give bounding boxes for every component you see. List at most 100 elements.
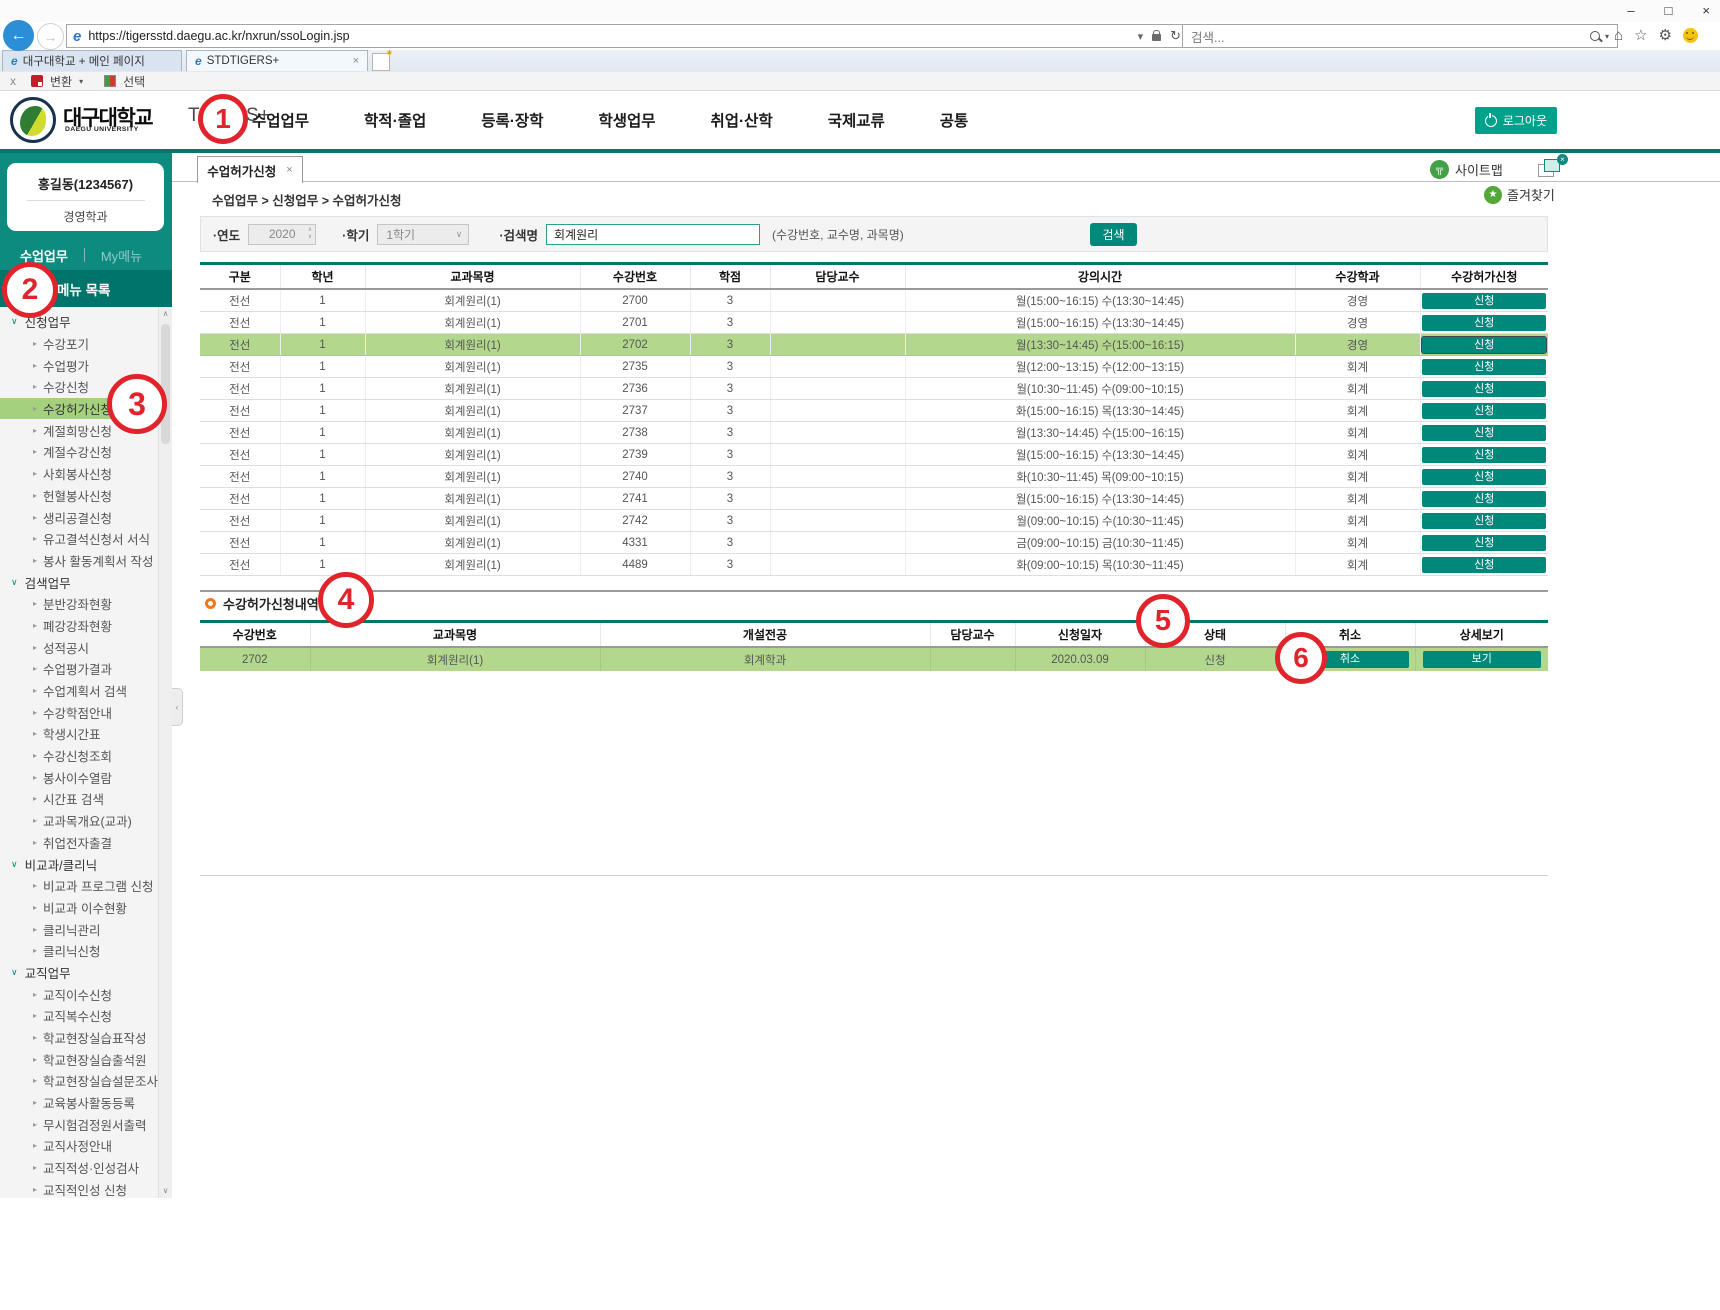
scrollbar-thumb[interactable] <box>161 324 170 444</box>
convert-dropdown-icon[interactable]: ▾ <box>79 77 83 86</box>
menu-item[interactable]: ▸비교과 프로그램 신청 <box>0 875 158 897</box>
menu-item[interactable]: ▸수업계획서 검색 <box>0 680 158 702</box>
menu-item[interactable]: ▸교직복수신청 <box>0 1005 158 1027</box>
forward-button[interactable]: → <box>37 23 64 50</box>
menu-item[interactable]: ▸사회봉사신청 <box>0 463 158 485</box>
window-maximize-button[interactable]: □ <box>1665 3 1673 18</box>
menu-item[interactable]: ▸수강학점안내 <box>0 701 158 723</box>
menu-item[interactable]: ▸학생시간표 <box>0 723 158 745</box>
addon-close-icon[interactable]: x <box>10 74 16 88</box>
menu-item[interactable]: ▸수업평가결과 <box>0 658 158 680</box>
close-all-tabs-button[interactable]: × <box>1538 159 1564 177</box>
browser-search-input[interactable]: 검색... ▾ <box>1182 24 1618 48</box>
menu-item[interactable]: ▸성적공시 <box>0 636 158 658</box>
menu-item[interactable]: ▸생리공결신청 <box>0 506 158 528</box>
menu-item[interactable]: ▸교직사정안내 <box>0 1135 158 1157</box>
nav-item-0[interactable]: 수업업무 <box>252 109 309 131</box>
browser-tab-stdtigers[interactable]: e STDTIGERS+ × <box>186 50 368 71</box>
apply-button[interactable]: 신청 <box>1422 359 1546 375</box>
nav-item-6[interactable]: 공통 <box>940 109 969 131</box>
sitemap-button[interactable]: ╦ 사이트맵 <box>1430 160 1503 179</box>
refresh-icon[interactable]: ↻ <box>1170 28 1181 44</box>
menu-item[interactable]: ▸교직적성·인성검사 <box>0 1157 158 1179</box>
menu-item[interactable]: ▸클리닉관리 <box>0 918 158 940</box>
keyword-input[interactable]: 회계원리 <box>546 224 760 245</box>
apply-button[interactable]: 신청 <box>1422 557 1546 573</box>
menu-item[interactable]: ▸봉사이수열람 <box>0 766 158 788</box>
feedback-smiley-icon[interactable] <box>1683 28 1698 43</box>
apply-button[interactable]: 신청 <box>1422 403 1546 419</box>
apply-button[interactable]: 신청 <box>1422 513 1546 529</box>
window-minimize-button[interactable]: – <box>1627 3 1634 18</box>
favorites-star-icon[interactable]: ☆ <box>1634 26 1647 44</box>
menu-item[interactable]: ▸수강신청조회 <box>0 745 158 767</box>
apply-button[interactable]: 신청 <box>1422 293 1546 309</box>
apply-button[interactable]: 신청 <box>1422 447 1546 463</box>
menu-item[interactable]: ▸교과목개요(교과) <box>0 810 158 832</box>
apply-button[interactable]: 신청 <box>1422 469 1546 485</box>
menu-item[interactable]: ▸교직이수신청 <box>0 983 158 1005</box>
sidebar-scrollbar[interactable]: ∧ ∨ <box>158 307 172 1198</box>
search-dropdown-icon[interactable]: ▾ <box>1605 32 1609 41</box>
nav-item-4[interactable]: 취업·산학 <box>711 109 773 131</box>
menu-group[interactable]: ∨비교과/클리닉 <box>0 853 158 875</box>
sidebar-collapse-handle[interactable]: ‹ <box>172 688 183 726</box>
tab-close-icon[interactable]: × <box>286 164 292 176</box>
nav-item-2[interactable]: 등록·장학 <box>481 109 543 131</box>
scroll-up-icon[interactable]: ∧ <box>159 307 172 321</box>
stepper-arrows-icon[interactable]: ∧∨ <box>308 227 312 241</box>
search-icon[interactable] <box>1590 31 1600 41</box>
university-logo[interactable] <box>10 97 56 143</box>
menu-item[interactable]: ▸취업전자출결 <box>0 832 158 854</box>
menu-item[interactable]: ▸분반강좌현황 <box>0 593 158 615</box>
apply-button[interactable]: 신청 <box>1422 381 1546 397</box>
menu-item[interactable]: ▸무시험검정원서출력 <box>0 1113 158 1135</box>
apply-button[interactable]: 신청 <box>1422 491 1546 507</box>
menu-item[interactable]: ▸수강포기 <box>0 333 158 355</box>
url-dropdown-icon[interactable]: ▾ <box>1138 30 1144 43</box>
apply-button[interactable]: 신청 <box>1422 425 1546 441</box>
nav-item-1[interactable]: 학적·졸업 <box>364 109 426 131</box>
menu-group[interactable]: ∨교직업무 <box>0 962 158 984</box>
url-input[interactable]: e https://tigersstd.daegu.ac.kr/nxrun/ss… <box>66 24 1188 48</box>
year-stepper[interactable]: 2020 ∧∨ <box>248 224 316 245</box>
menu-item[interactable]: ▸시간표 검색 <box>0 788 158 810</box>
menu-item[interactable]: ▸비교과 이수현황 <box>0 897 158 919</box>
search-button[interactable]: 검색 <box>1090 223 1137 246</box>
settings-gear-icon[interactable]: ⚙ <box>1659 26 1672 44</box>
convert-button[interactable]: 변환 <box>50 73 72 90</box>
nav-item-3[interactable]: 학생업무 <box>598 109 655 131</box>
home-icon[interactable]: ⌂ <box>1614 27 1623 44</box>
sidebar-tab-mymenu[interactable]: My메뉴 <box>101 246 142 265</box>
course-cell: 월(15:00~16:15) 수(13:30~14:45) <box>905 488 1295 510</box>
content-tab-course-permission[interactable]: 수업허가신청 × <box>197 156 303 183</box>
menu-item[interactable]: ▸교육봉사활동등록 <box>0 1092 158 1114</box>
tab-close-icon[interactable]: × <box>353 55 359 67</box>
browser-tab-main-page[interactable]: e 대구대학교 + 메인 페이지 <box>2 50 182 71</box>
menu-item[interactable]: ▸클리닉신청 <box>0 940 158 962</box>
logout-button[interactable]: 로그아웃 <box>1475 107 1557 134</box>
window-close-button[interactable]: × <box>1702 3 1710 18</box>
select-button[interactable]: 선택 <box>123 73 145 90</box>
menu-item[interactable]: ▸학교현장실습설문조사 <box>0 1070 158 1092</box>
menu-item[interactable]: ▸헌혈봉사신청 <box>0 485 158 507</box>
menu-item[interactable]: ▸수업평가 <box>0 354 158 376</box>
menu-item[interactable]: ▸유고결석신청서 서식 <box>0 528 158 550</box>
term-select[interactable]: 1학기 ∨ <box>377 224 469 245</box>
menu-item[interactable]: ▸폐강강좌현황 <box>0 615 158 637</box>
scroll-down-icon[interactable]: ∨ <box>159 1184 172 1198</box>
menu-item[interactable]: ▸학교현장실습출석원 <box>0 1048 158 1070</box>
back-button[interactable]: ← <box>3 20 34 51</box>
menu-item[interactable]: ▸교직적인성 신청 <box>0 1179 158 1199</box>
menu-item[interactable]: ▸학교현장실습표작성 <box>0 1027 158 1049</box>
nav-item-5[interactable]: 국제교류 <box>828 109 885 131</box>
menu-group[interactable]: ∨검색업무 <box>0 571 158 593</box>
menu-item[interactable]: ▸계절수강신청 <box>0 441 158 463</box>
menu-item[interactable]: ▸봉사 활동계획서 작성 <box>0 550 158 572</box>
view-button[interactable]: 보기 <box>1423 651 1541 668</box>
apply-button[interactable]: 신청 <box>1422 337 1546 353</box>
new-tab-button[interactable] <box>372 53 390 71</box>
apply-button[interactable]: 신청 <box>1422 535 1546 551</box>
add-favorite-button[interactable]: ★ 즐겨찾기 <box>1484 185 1555 204</box>
apply-button[interactable]: 신청 <box>1422 315 1546 331</box>
